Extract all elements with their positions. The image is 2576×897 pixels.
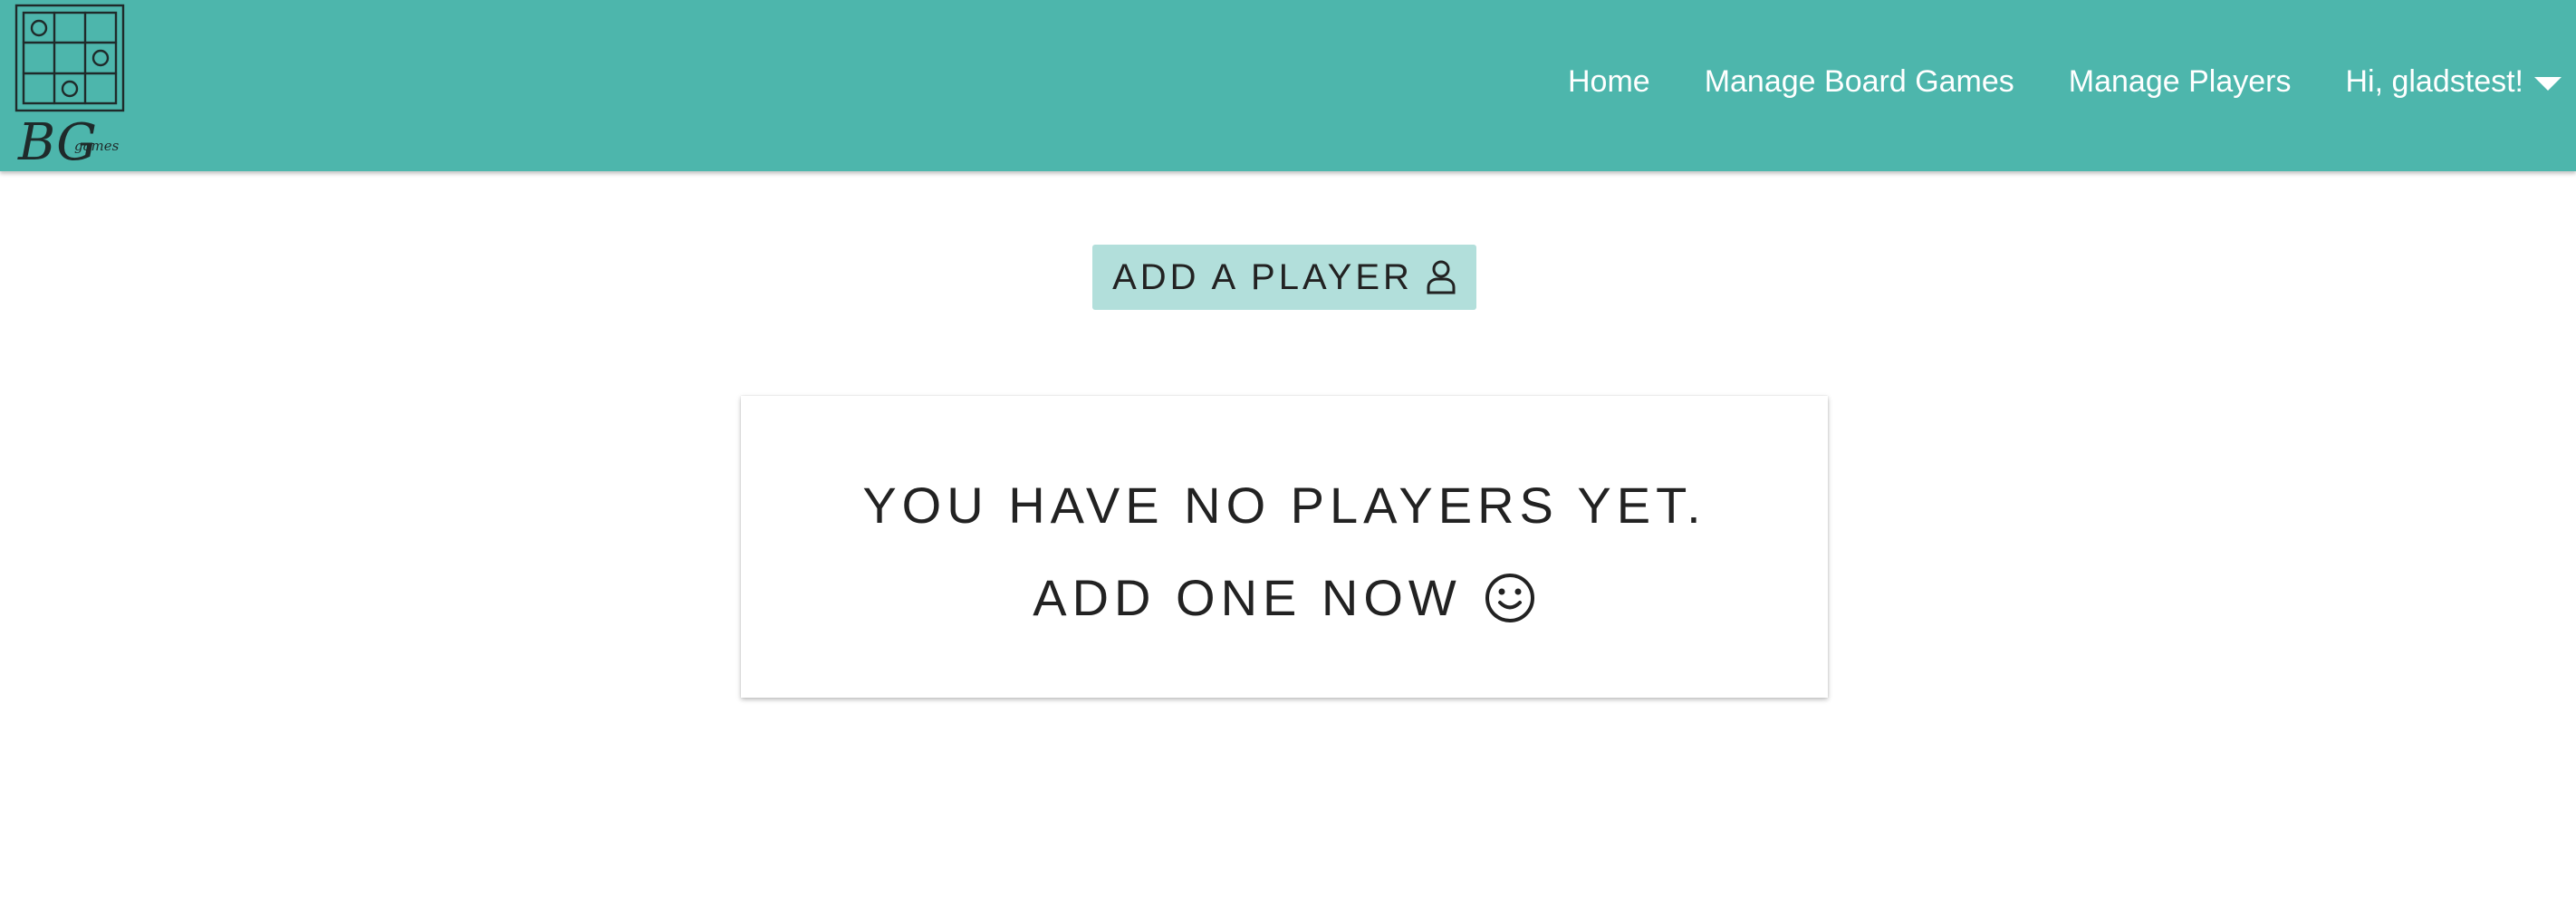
navbar: BG games Home Manage Board Games Manage … bbox=[0, 0, 2576, 172]
add-player-button[interactable]: ADD A PLAYER bbox=[1092, 245, 1476, 310]
add-player-button-label: ADD A PLAYER bbox=[1112, 256, 1413, 297]
user-greeting: Hi, gladstest! bbox=[2345, 63, 2523, 99]
bg-games-logo[interactable]: BG games bbox=[14, 4, 127, 172]
nav-home-link[interactable]: Home bbox=[1568, 64, 1650, 100]
user-icon bbox=[1426, 259, 1456, 295]
caret-down-icon bbox=[2534, 76, 2562, 91]
empty-message-line1: YOU HAVE NO PLAYERS YET. bbox=[862, 477, 1706, 534]
user-menu-dropdown[interactable]: Hi, gladstest! bbox=[2345, 64, 2562, 100]
nav-manage-players-link[interactable]: Manage Players bbox=[2069, 64, 2292, 100]
smiley-icon bbox=[1484, 572, 1536, 624]
main-nav: Home Manage Board Games Manage Players H… bbox=[1514, 0, 2562, 163]
nav-manage-board-games-link[interactable]: Manage Board Games bbox=[1705, 64, 2014, 100]
empty-message-line2-text: ADD ONE NOW bbox=[1033, 569, 1462, 626]
empty-players-card: YOU HAVE NO PLAYERS YET. ADD ONE NOW bbox=[741, 396, 1828, 698]
svg-text:games: games bbox=[74, 138, 120, 154]
empty-message-line2: ADD ONE NOW bbox=[741, 568, 1828, 627]
